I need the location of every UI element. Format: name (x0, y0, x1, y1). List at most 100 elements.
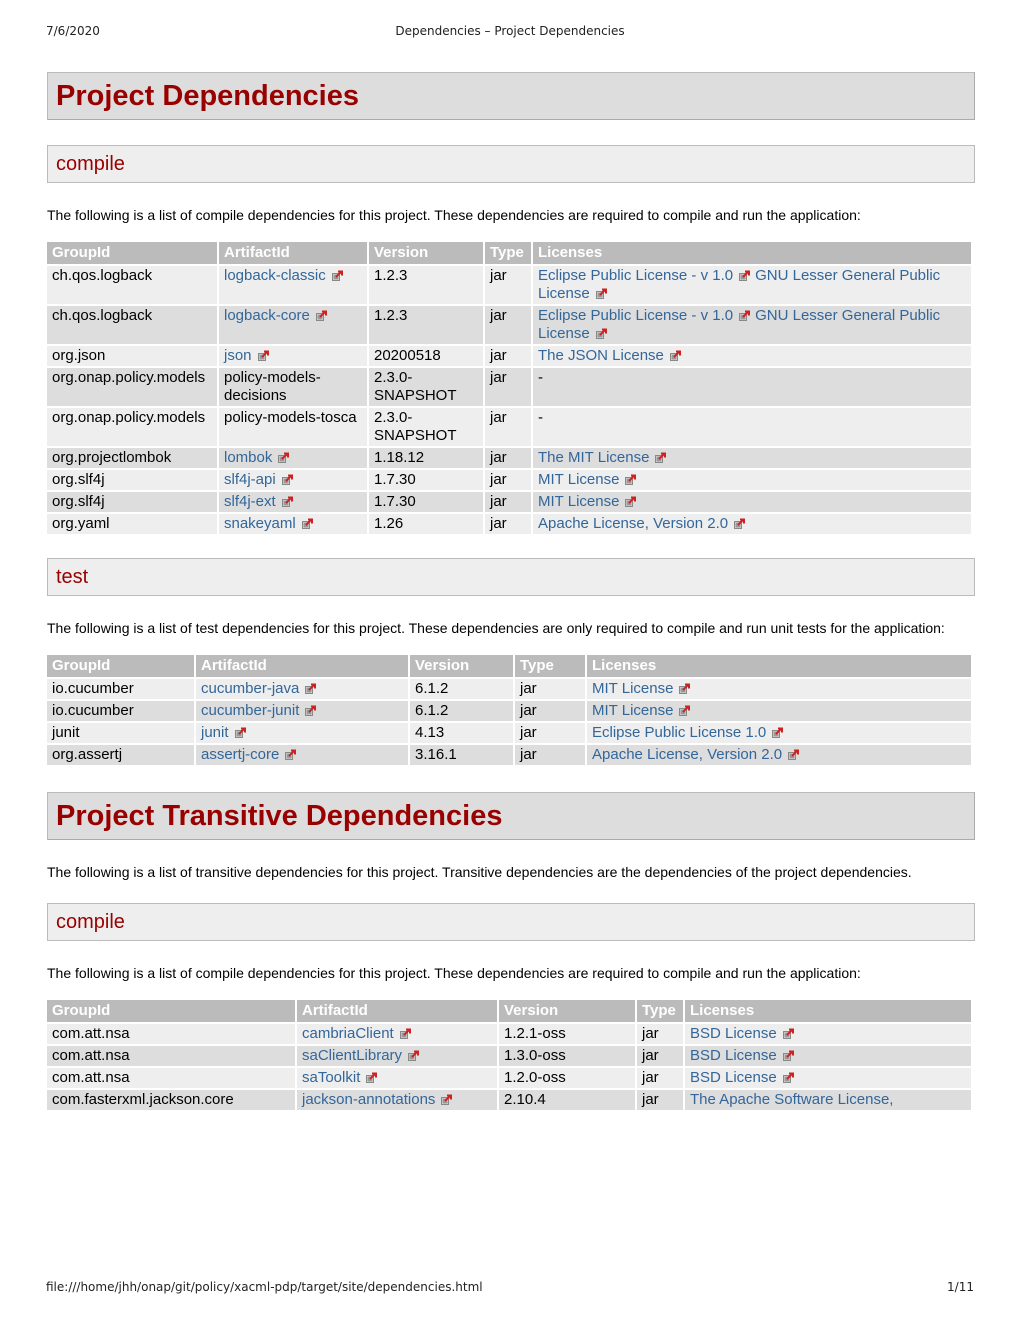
table-row: ch.qos.logback logback-core 1.2.3 jar Eclips… (47, 306, 971, 344)
artifact-id-cell: slf4j-ext (219, 492, 367, 512)
type-cell: jar (485, 492, 531, 512)
column-header-licenses: Licenses (685, 1000, 971, 1022)
group-id-cell: org.onap.policy.models (47, 408, 217, 446)
license-link[interactable]: The Apache Software License, (690, 1091, 893, 1108)
artifact-link[interactable]: jackson-annotations (302, 1091, 435, 1108)
licenses-cell: Apache License, Version 2.0 (587, 745, 971, 765)
artifact-id-cell: lombok (219, 448, 367, 468)
subsection-heading-transitive-compile: compile (47, 903, 975, 941)
artifact-link[interactable]: slf4j-ext (224, 493, 276, 510)
artifact-id-cell: jackson-annotations (297, 1090, 497, 1110)
artifact-id-cell: saClientLibrary (297, 1046, 497, 1066)
external-link-icon (285, 749, 297, 760)
license-link[interactable]: BSD License (690, 1069, 777, 1086)
compile-description: The following is a list of compile depen… (47, 207, 861, 223)
external-link-icon (788, 749, 800, 760)
artifact-id-cell: logback-classic (219, 266, 367, 304)
artifact-link[interactable]: cucumber-java (201, 680, 299, 697)
type-cell: jar (637, 1068, 683, 1088)
licenses-cell: - (533, 408, 971, 446)
artifact-link[interactable]: cucumber-junit (201, 702, 299, 719)
artifact-link[interactable]: json (224, 347, 252, 364)
license-link[interactable]: Eclipse Public License - v 1.0 (538, 307, 733, 324)
license-link[interactable]: BSD License (690, 1047, 777, 1064)
column-header-groupid: GroupId (47, 1000, 295, 1022)
artifact-link[interactable]: saClientLibrary (302, 1047, 402, 1064)
artifact-id-cell: policy-models-tosca (219, 408, 367, 446)
table-row: io.cucumber cucumber-junit 6.1.2 jar MIT Lic… (47, 701, 971, 721)
license-link[interactable]: MIT License (592, 680, 673, 697)
column-header-artifactid: ArtifactId (219, 242, 367, 264)
license-link[interactable]: The MIT License (538, 449, 649, 466)
type-cell: jar (637, 1024, 683, 1044)
license-link[interactable]: The JSON License (538, 347, 664, 364)
table-row: com.fasterxml.jackson.core jackson-annota… (47, 1090, 971, 1110)
external-link-icon (655, 452, 667, 463)
license-link[interactable]: Eclipse Public License 1.0 (592, 724, 766, 741)
group-id-cell: org.slf4j (47, 492, 217, 512)
type-cell: jar (485, 368, 531, 406)
compile-dependencies-table: GroupId ArtifactId Version Type Licenses ch.q… (45, 240, 973, 536)
group-id-cell: io.cucumber (47, 701, 194, 721)
external-link-icon (281, 474, 294, 485)
license-link[interactable]: MIT License (538, 493, 619, 510)
artifact-id-cell: slf4j-api (219, 470, 367, 490)
table-row: org.assertj assertj-core 3.16.1 jar Apache L… (47, 745, 971, 765)
external-link-icon (625, 496, 637, 507)
group-id-cell: ch.qos.logback (47, 266, 217, 304)
licenses-cell: BSD License (685, 1046, 971, 1066)
type-cell: jar (485, 514, 531, 534)
licenses-cell: MIT License (587, 701, 971, 721)
license-link[interactable]: MIT License (592, 702, 673, 719)
artifact-link[interactable]: snakeyaml (224, 515, 296, 532)
page-content: Project Dependencies compile The followi… (47, 72, 975, 1112)
table-row: ch.qos.logback logback-classic 1.2.3 jar Ecl… (47, 266, 971, 304)
license-link[interactable]: Apache License, Version 2.0 (592, 746, 782, 763)
artifact-link[interactable]: junit (201, 724, 229, 741)
table-row: com.att.nsa cambriaClient 1.2.1-oss jar BSD … (47, 1024, 971, 1044)
artifact-link[interactable]: lombok (224, 449, 272, 466)
artifact-id-cell: saToolkit (297, 1068, 497, 1088)
license-link[interactable]: MIT License (538, 471, 619, 488)
licenses-cell: The Apache Software License, (685, 1090, 971, 1110)
artifact-link[interactable]: assertj-core (201, 746, 279, 763)
external-link-icon (739, 310, 751, 321)
licenses-cell: Eclipse Public License - v 1.0 GNU Lesser… (533, 306, 971, 344)
table-row: org.onap.policy.models policy-models-deci… (47, 368, 971, 406)
version-cell: 1.2.0-oss (499, 1068, 635, 1088)
test-description: The following is a list of test dependen… (47, 620, 945, 636)
column-header-licenses: Licenses (587, 655, 971, 677)
table-header-row: GroupId ArtifactId Version Type Licenses (47, 655, 971, 677)
version-cell: 6.1.2 (410, 701, 513, 721)
artifact-link[interactable]: cambriaClient (302, 1025, 394, 1042)
artifact-id-cell: junit (196, 723, 408, 743)
artifact-id-cell: policy-models-decisions (219, 368, 367, 406)
artifact-name: policy-models-decisions (224, 369, 321, 404)
type-cell: jar (515, 723, 585, 743)
artifact-id-cell: cucumber-junit (196, 701, 408, 721)
external-link-icon (669, 350, 682, 361)
transitive-compile-description: The following is a list of compile depen… (47, 965, 861, 981)
group-id-cell: com.fasterxml.jackson.core (47, 1090, 295, 1110)
artifact-link[interactable]: logback-core (224, 307, 310, 324)
artifact-link[interactable]: saToolkit (302, 1069, 360, 1086)
print-footer: file:///home/jhh/onap/git/policy/xacml-p… (46, 1280, 974, 1298)
version-cell: 1.26 (369, 514, 483, 534)
licenses-cell: BSD License (685, 1068, 971, 1088)
artifact-link[interactable]: logback-classic (224, 267, 326, 284)
artifact-id-cell: cucumber-java (196, 679, 408, 699)
external-link-icon (366, 1072, 378, 1083)
external-link-icon (772, 727, 784, 738)
column-header-licenses: Licenses (533, 242, 971, 264)
licenses-cell: The MIT License (533, 448, 971, 468)
column-header-groupid: GroupId (47, 655, 194, 677)
license-link[interactable]: BSD License (690, 1025, 777, 1042)
type-cell: jar (485, 470, 531, 490)
table-row: org.projectlombok lombok 1.18.12 jar The MIT… (47, 448, 971, 468)
external-link-icon (305, 705, 317, 716)
artifact-link[interactable]: slf4j-api (224, 471, 276, 488)
table-row: junit junit 4.13 jar Eclipse Public License … (47, 723, 971, 743)
type-cell: jar (485, 408, 531, 446)
license-link[interactable]: Eclipse Public License - v 1.0 (538, 267, 733, 284)
license-link[interactable]: Apache License, Version 2.0 (538, 515, 728, 532)
